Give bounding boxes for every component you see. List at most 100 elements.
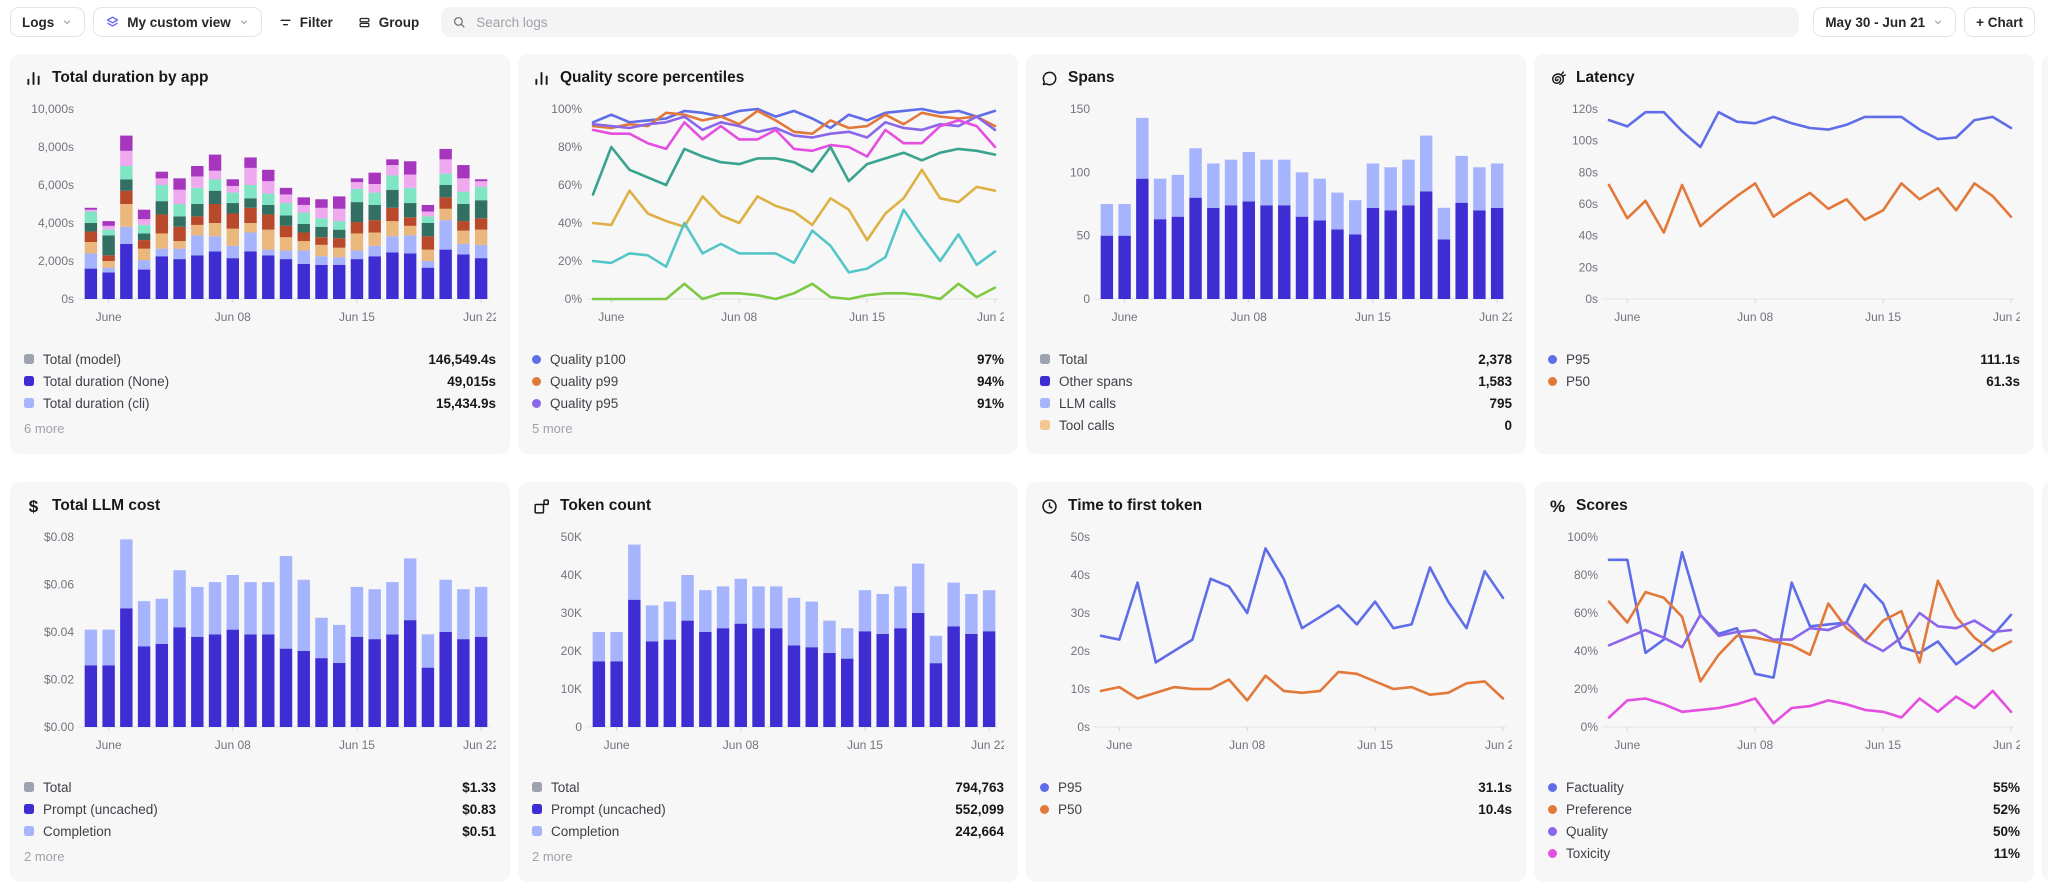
- legend-value: 31.1s: [1478, 780, 1512, 795]
- svg-text:0%: 0%: [1581, 720, 1599, 734]
- legend-label: Total: [1059, 352, 1088, 367]
- svg-text:Jun 08: Jun 08: [1737, 738, 1773, 752]
- svg-text:60s: 60s: [1579, 197, 1598, 211]
- blocks-icon: [532, 497, 551, 516]
- legend-item[interactable]: Tool calls0: [1040, 414, 1512, 436]
- scores-chart[interactable]: 0%20%40%60%80%100%JuneJun 08Jun 15Jun 22: [1548, 521, 2020, 773]
- legend-label: Quality p95: [550, 396, 618, 411]
- legend-value: 91%: [977, 396, 1004, 411]
- toolbar: Logs My custom view Filter Group May 30 …: [0, 0, 2048, 40]
- legend-item[interactable]: Quality p9994%: [532, 370, 1004, 392]
- total-duration-by-app-chart[interactable]: 0s2,000s4,000s6,000s8,000s10,000sJuneJun…: [24, 93, 496, 345]
- legend-item[interactable]: Quality p10097%: [532, 348, 1004, 370]
- svg-text:50: 50: [1077, 229, 1091, 243]
- group-icon: [357, 15, 372, 30]
- legend-item[interactable]: Completion$0.51: [24, 820, 496, 842]
- legend-item[interactable]: Prompt (uncached)$0.83: [24, 798, 496, 820]
- bar-chart-icon: [532, 69, 551, 88]
- svg-text:Jun 08: Jun 08: [1229, 738, 1265, 752]
- card-title-label: Total LLM cost: [52, 497, 160, 515]
- layers-icon: [105, 15, 120, 30]
- legend-value: 15,434.9s: [436, 396, 496, 411]
- legend-item[interactable]: Other spans1,583: [1040, 370, 1512, 392]
- svg-text:0s: 0s: [1585, 292, 1598, 306]
- svg-text:0s: 0s: [61, 292, 74, 306]
- legend-label: Quality p100: [550, 352, 626, 367]
- legend-item[interactable]: Factuality55%: [1548, 776, 2020, 798]
- legend-label: P95: [1566, 352, 1590, 367]
- svg-text:80s: 80s: [1579, 165, 1598, 179]
- legend-item[interactable]: Preference 52%: [1548, 798, 2020, 820]
- card-time-to-first-token: Time to first token 0s10s20s30s40s50sJun…: [1026, 482, 1526, 882]
- legend-item[interactable]: P5010.4s: [1040, 798, 1512, 820]
- token-count-chart[interactable]: 010K20K30K40K50KJuneJun 08Jun 15Jun 22: [532, 521, 1004, 773]
- legend: P95 111.1s P5061.3s: [1548, 348, 2020, 392]
- legend-more[interactable]: 2 more: [24, 849, 496, 864]
- legend-item[interactable]: Total794,763: [532, 776, 1004, 798]
- legend-swatch: [1548, 355, 1557, 364]
- svg-text:June: June: [1112, 310, 1138, 324]
- svg-text:June: June: [1106, 738, 1132, 752]
- quality-score-percentiles-chart[interactable]: 0%20%40%60%80%100%JuneJun 08Jun 15Jun 22: [532, 93, 1004, 345]
- date-range-button[interactable]: May 30 - Jun 21: [1813, 7, 1956, 37]
- legend-item[interactable]: Total 2,378: [1040, 348, 1512, 370]
- legend-item[interactable]: Total (model)146,549.4s: [24, 348, 496, 370]
- svg-text:Jun 08: Jun 08: [723, 738, 759, 752]
- legend-item-left: Toxicity: [1548, 846, 1610, 861]
- legend-label: LLM calls: [1059, 396, 1116, 411]
- legend-item[interactable]: Prompt (uncached)552,099: [532, 798, 1004, 820]
- card-title-label: Total duration by app: [52, 69, 208, 87]
- svg-text:Jun 15: Jun 15: [1865, 310, 1901, 324]
- legend-item-left: P95: [1040, 780, 1082, 795]
- total-llm-cost-chart[interactable]: $0.00$0.02$0.04$0.06$0.08JuneJun 08Jun 1…: [24, 521, 496, 773]
- filter-button[interactable]: Filter: [270, 7, 341, 37]
- dollar-icon: $: [24, 497, 43, 516]
- legend-label: Quality: [1566, 824, 1608, 839]
- spans-chart[interactable]: 050100150JuneJun 08Jun 15Jun 22: [1040, 93, 1512, 345]
- latency-chart[interactable]: 0s20s40s60s80s100s120sJuneJun 08Jun 15Ju…: [1548, 93, 2020, 345]
- legend-more[interactable]: 5 more: [532, 421, 1004, 436]
- card-title-label: Time to first token: [1068, 497, 1202, 515]
- legend-swatch: [532, 826, 542, 836]
- group-button[interactable]: Group: [349, 7, 428, 37]
- svg-text:30s: 30s: [1071, 606, 1090, 620]
- legend-item[interactable]: LLM calls795: [1040, 392, 1512, 414]
- legend-swatch: [1548, 377, 1557, 386]
- legend-label: Total: [551, 780, 580, 795]
- legend-item[interactable]: Total duration (cli)15,434.9s: [24, 392, 496, 414]
- search-bar[interactable]: [441, 7, 1799, 37]
- legend-item-left: Completion: [532, 824, 619, 839]
- add-chart-button[interactable]: + Chart: [1964, 7, 2035, 37]
- time-to-first-token-chart[interactable]: 0s10s20s30s40s50sJuneJun 08Jun 15Jun 22: [1040, 521, 1512, 773]
- legend: Total (model)146,549.4sTotal duration (N…: [24, 348, 496, 436]
- legend-item[interactable]: Quality p95 91%: [532, 392, 1004, 414]
- legend-value: 111.1s: [1980, 352, 2020, 367]
- legend-item[interactable]: Toxicity11%: [1548, 842, 2020, 864]
- legend-more[interactable]: 6 more: [24, 421, 496, 436]
- legend-more[interactable]: 2 more: [532, 849, 1004, 864]
- view-selector-button[interactable]: My custom view: [93, 7, 262, 37]
- svg-text:120s: 120s: [1572, 102, 1598, 116]
- legend-item[interactable]: P5061.3s: [1548, 370, 2020, 392]
- legend-swatch: [532, 782, 542, 792]
- legend-item-left: Quality p99: [532, 374, 618, 389]
- legend: Total2,378Other spans1,583LLM calls795To…: [1040, 348, 1512, 436]
- legend-item[interactable]: P95 111.1s: [1548, 348, 2020, 370]
- card-title-label: Scores: [1576, 497, 1628, 515]
- search-input[interactable]: [474, 14, 1788, 31]
- legend-item[interactable]: Total duration (None)49,015s: [24, 370, 496, 392]
- legend-label: Preference: [1566, 802, 1632, 817]
- svg-text:June: June: [96, 738, 122, 752]
- logs-button[interactable]: Logs: [10, 7, 85, 37]
- svg-text:40K: 40K: [561, 568, 582, 582]
- legend-item[interactable]: P95 31.1s: [1040, 776, 1512, 798]
- legend-item[interactable]: Quality50%: [1548, 820, 2020, 842]
- card-title-label: Token count: [560, 497, 651, 515]
- svg-text:$0.02: $0.02: [44, 673, 74, 687]
- legend-value: 52%: [1993, 802, 2020, 817]
- card-title: Time to first token: [1040, 495, 1512, 517]
- legend-item[interactable]: Total$1.33: [24, 776, 496, 798]
- legend-label: P95: [1058, 780, 1082, 795]
- legend-item[interactable]: Completion242,664: [532, 820, 1004, 842]
- legend-value: 2,378: [1478, 352, 1512, 367]
